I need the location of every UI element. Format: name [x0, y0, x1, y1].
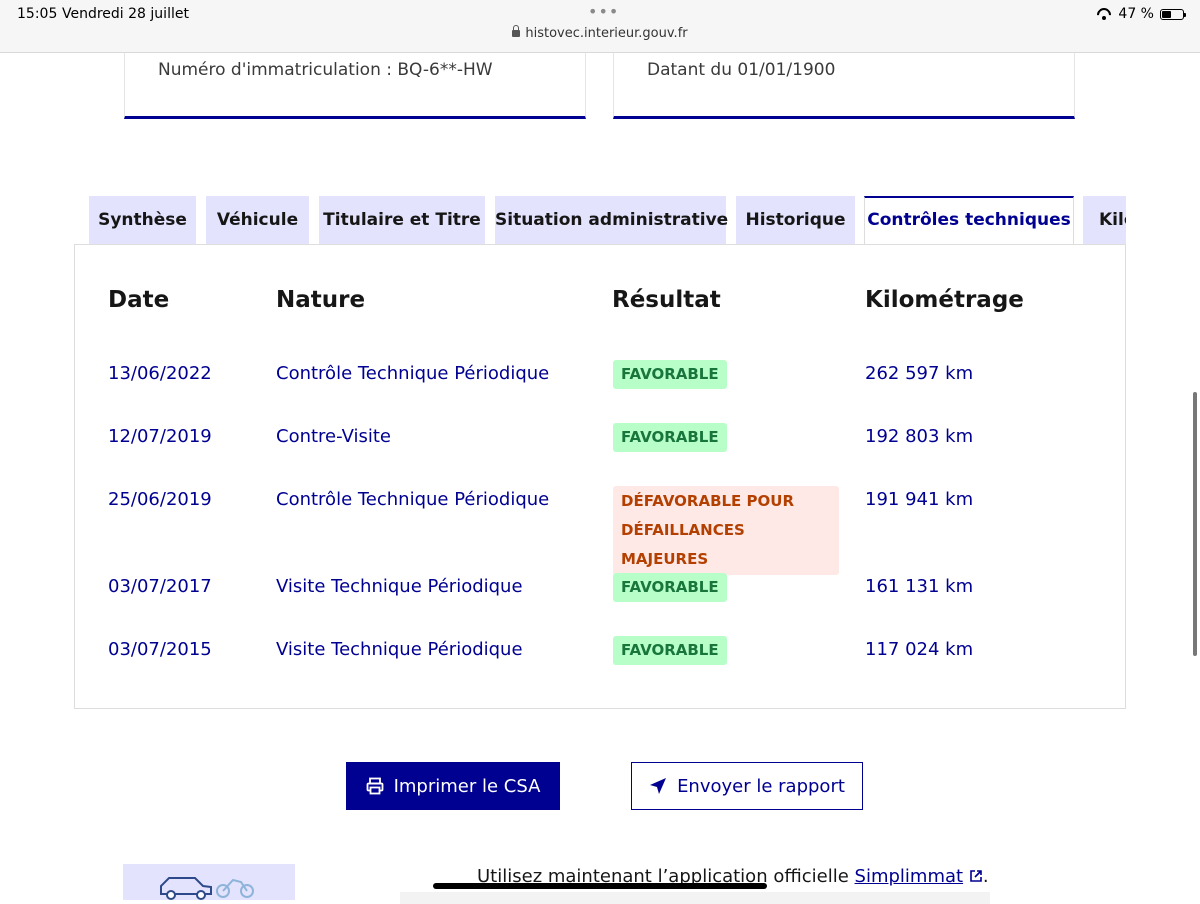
row-5-km: 117 024 km — [865, 639, 974, 660]
printer-icon — [366, 777, 383, 795]
tab-controles-techniques[interactable]: Contrôles techniques — [864, 196, 1074, 244]
row-2-result-badge: FAVORABLE — [613, 423, 727, 452]
promo-period: . — [982, 866, 989, 887]
vehicle-illustration — [123, 864, 295, 900]
row-4-km: 161 131 km — [865, 576, 974, 597]
car-icon — [160, 877, 254, 900]
row-3-result-line2: DÉFAILLANCES MAJEURES — [621, 521, 745, 568]
address-url: histovec.interieur.gouv.fr — [525, 26, 688, 41]
tab-dots-icon[interactable]: ••• — [588, 2, 619, 21]
tab-vehicule[interactable]: Véhicule — [206, 196, 309, 244]
simplimmat-link[interactable]: Simplimmat — [855, 866, 964, 887]
row-2-km: 192 803 km — [865, 426, 974, 447]
tab-titulaire[interactable]: Titulaire et Titre — [319, 196, 485, 244]
home-indicator[interactable] — [433, 883, 767, 889]
column-header-nature: Nature — [276, 287, 366, 313]
row-1-km: 262 597 km — [865, 363, 974, 384]
row-3-date: 25/06/2019 — [108, 489, 212, 510]
column-header-resultat: Résultat — [612, 287, 721, 313]
row-1-date: 13/06/2022 — [108, 363, 212, 384]
registration-date: Datant du 01/01/1900 — [647, 60, 836, 80]
date-card: Datant du 01/01/1900 — [613, 53, 1075, 119]
battery-icon — [1160, 8, 1186, 20]
ios-status-bar: 15:05 Vendredi 28 juillet ••• histovec.i… — [0, 0, 1200, 53]
print-csa-button[interactable]: Imprimer le CSA — [346, 762, 560, 810]
row-3-result-badge: DÉFAVORABLE POUR DÉFAILLANCES MAJEURES — [613, 486, 839, 575]
battery-percent: 47 % — [1118, 6, 1154, 22]
row-3-nature: Contrôle Technique Périodique — [276, 489, 550, 510]
address-bar[interactable]: histovec.interieur.gouv.fr — [0, 25, 1200, 41]
registration-number: Numéro d'immatriculation : BQ-6**-HW — [158, 60, 493, 80]
row-4-result-badge: FAVORABLE — [613, 573, 727, 602]
row-5-result-badge: FAVORABLE — [613, 636, 727, 665]
row-5-date: 03/07/2015 — [108, 639, 212, 660]
tab-kilometrage[interactable]: Kilo — [1083, 196, 1126, 244]
row-2-nature: Contre-Visite — [276, 426, 391, 447]
external-link-icon — [970, 870, 982, 882]
tab-bar: Synthèse Véhicule Titulaire et Titre Sit… — [89, 196, 1126, 244]
registration-card: Numéro d'immatriculation : BQ-6**-HW — [124, 53, 586, 119]
row-2-date: 12/07/2019 — [108, 426, 212, 447]
simplimmat-link-label: Simplimmat — [854, 866, 964, 887]
promo-second-line — [400, 892, 990, 904]
row-4-date: 03/07/2017 — [108, 576, 212, 597]
battery-fill — [1162, 10, 1171, 18]
lock-icon — [512, 25, 521, 37]
row-3-km: 191 941 km — [865, 489, 974, 510]
status-indicators: 47 % — [1096, 6, 1186, 22]
row-1-result-badge: FAVORABLE — [613, 360, 727, 389]
column-header-date: Date — [108, 287, 170, 313]
tab-historique[interactable]: Historique — [736, 196, 855, 244]
row-1-nature: Contrôle Technique Périodique — [276, 363, 550, 384]
column-header-kilometrage: Kilométrage — [865, 287, 1024, 313]
send-report-button[interactable]: Envoyer le rapport — [631, 762, 863, 810]
print-csa-label: Imprimer le CSA — [393, 775, 541, 797]
row-4-nature: Visite Technique Périodique — [276, 576, 523, 597]
scrollbar[interactable] — [1193, 392, 1197, 656]
wifi-icon — [1096, 8, 1112, 20]
send-icon — [650, 778, 667, 794]
row-5-nature: Visite Technique Périodique — [276, 639, 523, 660]
status-date: Vendredi 28 juillet — [62, 6, 189, 22]
row-3-result-line1: DÉFAVORABLE POUR — [621, 492, 795, 510]
tab-synthese[interactable]: Synthèse — [89, 196, 196, 244]
send-report-label: Envoyer le rapport — [677, 775, 845, 797]
status-time: 15:05 — [17, 6, 58, 22]
tab-situation-administrative[interactable]: Situation administrative — [495, 196, 728, 244]
